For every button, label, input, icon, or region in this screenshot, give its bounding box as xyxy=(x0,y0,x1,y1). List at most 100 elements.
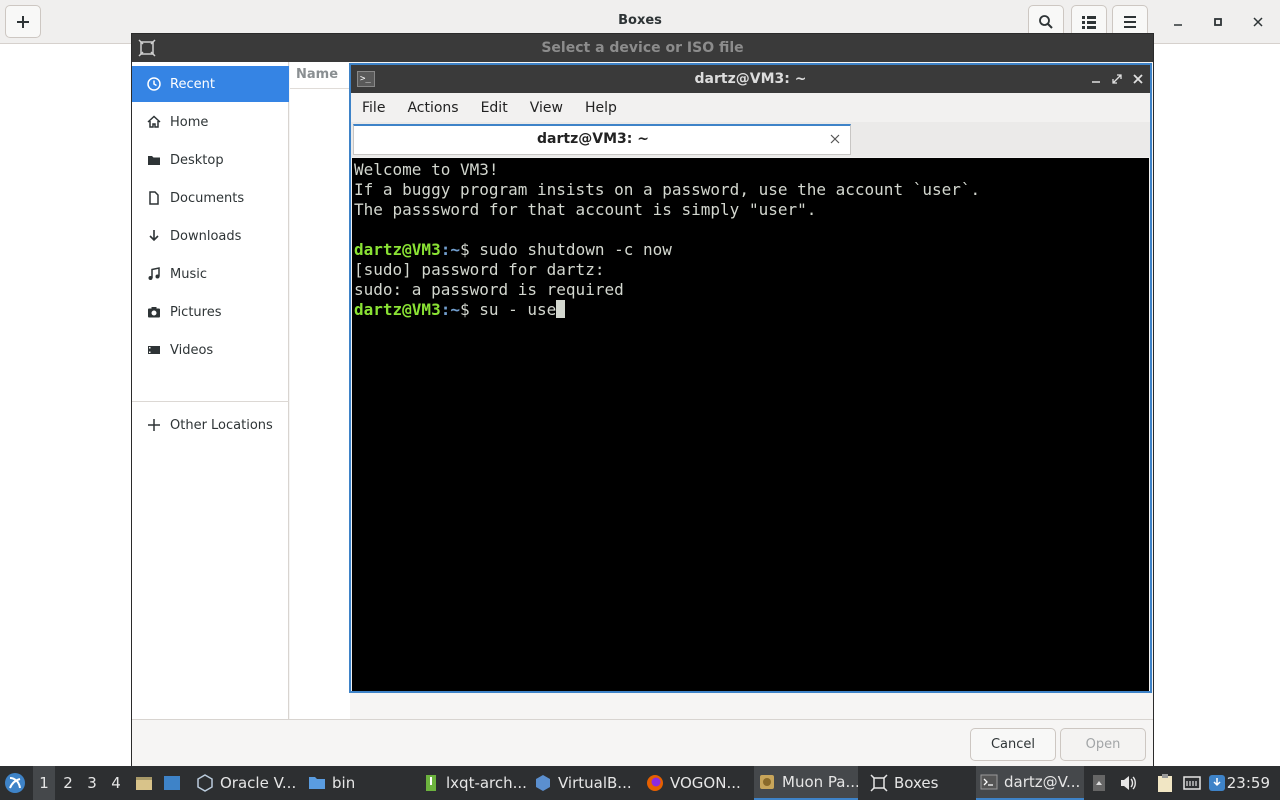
task-virtualbox[interactable]: VirtualB... xyxy=(530,766,640,800)
sidebar-item-recent[interactable]: Recent xyxy=(132,66,289,102)
terminal-maximize-button[interactable] xyxy=(1109,71,1125,87)
close-button[interactable] xyxy=(1249,13,1267,31)
sidebar-item-label: Recent xyxy=(170,76,215,92)
update-icon xyxy=(1209,775,1225,791)
task-label: lxqt-arch... xyxy=(446,774,527,792)
tray-updates[interactable] xyxy=(1208,766,1226,800)
hamburger-icon xyxy=(1124,15,1136,28)
terminal-tab[interactable]: dartz@VM3: ~ xyxy=(353,124,851,155)
sidebar-item-label: Other Locations xyxy=(170,417,273,433)
command-text: $ su - use xyxy=(459,300,557,319)
sidebar-item-label: Desktop xyxy=(170,152,224,168)
virtualbox-icon xyxy=(196,774,214,792)
task-label: Muon Pa... xyxy=(782,773,858,791)
tray-network[interactable] xyxy=(1182,766,1202,800)
boxes-icon xyxy=(870,774,888,792)
sidebar-item-label: Pictures xyxy=(170,304,222,320)
open-button[interactable]: Open xyxy=(1060,728,1146,761)
up-arrow-icon xyxy=(1093,775,1105,791)
tab-close-icon[interactable] xyxy=(828,132,842,146)
workspace-1[interactable]: 1 xyxy=(33,766,55,800)
menu-edit[interactable]: Edit xyxy=(470,100,519,116)
video-icon xyxy=(146,342,162,358)
task-label: dartz@V... xyxy=(1004,773,1081,791)
dialog-title: Select a device or ISO file xyxy=(541,40,744,56)
column-header-divider xyxy=(290,88,350,89)
tray-volume[interactable] xyxy=(1118,766,1138,800)
task-label: VOGON... xyxy=(670,774,741,792)
workspace-2[interactable]: 2 xyxy=(57,766,79,800)
sidebar-item-videos[interactable]: Videos xyxy=(132,332,289,368)
home-icon xyxy=(146,114,162,130)
terminal-tabbar: dartz@VM3: ~ xyxy=(351,122,1150,157)
menu-view[interactable]: View xyxy=(519,100,574,116)
task-boxes[interactable]: Boxes xyxy=(866,766,970,800)
task-label: bin xyxy=(332,774,356,792)
taskbar: 1 2 3 4 Oracle V... bin lxqt-arch... Vir… xyxy=(0,766,1280,800)
column-header-name[interactable]: Name xyxy=(296,67,338,82)
tray-scroll[interactable] xyxy=(1092,766,1106,800)
minimize-button[interactable] xyxy=(1169,13,1187,31)
task-firefox[interactable]: VOGON... xyxy=(642,766,752,800)
network-icon xyxy=(1183,776,1201,790)
sidebar-item-desktop[interactable]: Desktop xyxy=(132,142,289,178)
terminal-window: >_ dartz@VM3: ~ File Actions Edit View H… xyxy=(349,63,1152,693)
sidebar-item-downloads[interactable]: Downloads xyxy=(132,218,289,254)
clock[interactable]: 23:59 xyxy=(1227,774,1270,792)
terminal-line: Welcome to VM3! xyxy=(354,160,499,179)
task-terminal[interactable]: dartz@V... xyxy=(976,766,1084,800)
task-oracle-vm[interactable]: Oracle V... xyxy=(192,766,302,800)
terminal-minimize-button[interactable] xyxy=(1088,71,1104,87)
sidebar-item-documents[interactable]: Documents xyxy=(132,180,289,216)
terminal-line: The passsword for that account is simply… xyxy=(354,200,817,219)
camera-icon xyxy=(146,304,162,320)
plus-icon xyxy=(146,417,162,433)
sidebar-item-label: Videos xyxy=(170,342,214,358)
terminal-prompt-line: dartz@VM3:~$ sudo shutdown -c now xyxy=(354,240,1147,260)
tray-clipboard[interactable] xyxy=(1156,766,1174,800)
terminal-line: If a buggy program insists on a password… xyxy=(354,180,981,199)
prompt-path: :~ xyxy=(440,240,460,259)
sidebar-item-music[interactable]: Music xyxy=(132,256,289,292)
prompt-path: :~ xyxy=(440,300,460,319)
package-icon xyxy=(758,773,776,791)
maximize-icon xyxy=(1112,74,1122,84)
task-muon[interactable]: Muon Pa... xyxy=(754,766,858,800)
text-cursor xyxy=(556,300,566,318)
menu-actions[interactable]: Actions xyxy=(396,100,469,116)
download-icon xyxy=(146,228,162,244)
workspace-3[interactable]: 3 xyxy=(81,766,103,800)
task-label: VirtualB... xyxy=(558,774,632,792)
menu-file[interactable]: File xyxy=(351,100,396,116)
sidebar-separator xyxy=(132,401,289,402)
terminal-close-button[interactable] xyxy=(1130,71,1146,87)
terminal-icon xyxy=(980,773,998,791)
quicklaunch-filemanager[interactable] xyxy=(134,766,154,800)
file-list[interactable]: Name xyxy=(290,62,350,719)
cancel-button[interactable]: Cancel xyxy=(970,728,1056,761)
maximize-button[interactable] xyxy=(1209,13,1227,31)
dialog-titlebar[interactable]: Select a device or ISO file xyxy=(132,34,1153,62)
clock-icon xyxy=(146,76,162,92)
prompt-user: dartz@VM3 xyxy=(354,300,441,319)
workspace-4[interactable]: 4 xyxy=(105,766,127,800)
close-icon xyxy=(1253,17,1263,27)
menu-help[interactable]: Help xyxy=(574,100,628,116)
task-bin[interactable]: bin xyxy=(304,766,414,800)
sidebar-item-other-locations[interactable]: Other Locations xyxy=(132,407,289,443)
minimize-icon xyxy=(1092,81,1100,83)
music-icon xyxy=(146,266,162,282)
close-icon xyxy=(1133,74,1143,84)
start-menu-button[interactable] xyxy=(4,766,26,800)
sidebar-item-pictures[interactable]: Pictures xyxy=(132,294,289,330)
terminal-titlebar[interactable]: >_ dartz@VM3: ~ xyxy=(351,65,1150,93)
volume-icon xyxy=(1121,776,1136,790)
quicklaunch-desktop[interactable] xyxy=(162,766,182,800)
prompt-user: dartz@VM3 xyxy=(354,240,441,259)
places-sidebar: Recent Home Desktop Documents Downloads … xyxy=(132,62,289,719)
archive-icon xyxy=(422,774,440,792)
sidebar-item-home[interactable]: Home xyxy=(132,104,289,140)
task-lxqt-archiver[interactable]: lxqt-arch... xyxy=(418,766,528,800)
terminal-console[interactable]: Welcome to VM3! If a buggy program insis… xyxy=(352,158,1149,691)
